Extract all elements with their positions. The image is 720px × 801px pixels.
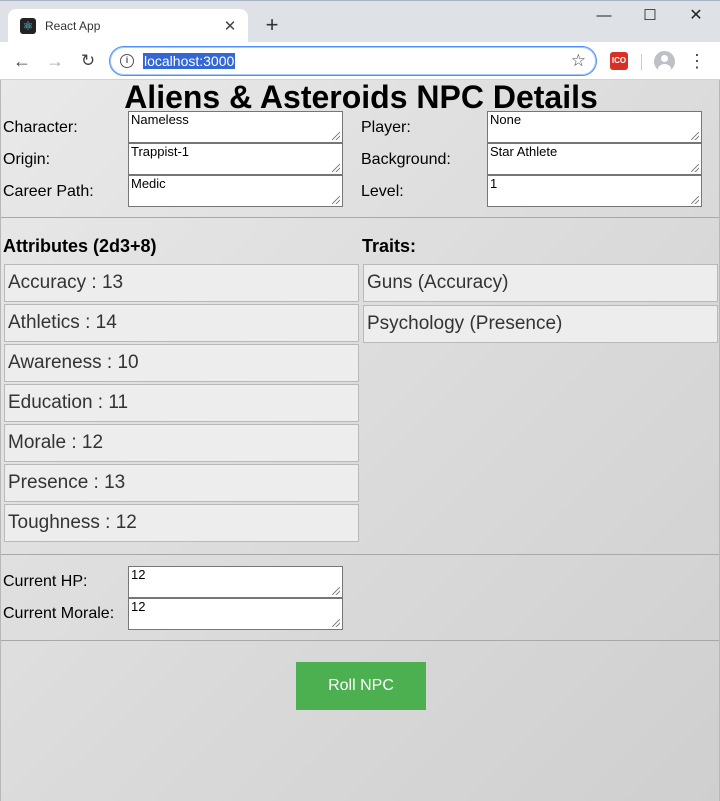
address-bar[interactable]: i localhost:3000 ☆ [109,46,597,76]
new-tab-button[interactable]: + [260,14,284,38]
current-morale-label: Current Morale: [3,605,115,622]
level-label: Level: [361,183,404,200]
attribute-morale: Morale : 12 [4,424,359,462]
resize-grip-icon[interactable] [332,196,340,204]
resize-grip-icon[interactable] [332,619,340,627]
star-icon[interactable]: ☆ [571,51,586,71]
trait-item: Psychology (Presence) [363,305,718,343]
browser-tab[interactable]: ⚛ React App ✕ [8,9,248,43]
player-value: None [490,112,522,127]
resize-grip-icon[interactable] [691,196,699,204]
minimize-button[interactable]: — [584,5,624,29]
current-morale-value: 12 [131,599,146,614]
resize-grip-icon[interactable] [332,164,340,172]
career-path-value: Medic [131,176,166,191]
attribute-awareness: Awareness : 10 [4,344,359,382]
url-text[interactable]: localhost:3000 [143,53,236,69]
tab-close-icon[interactable]: ✕ [222,17,238,35]
traits-heading: Traits: [362,236,417,256]
trait-item: Guns (Accuracy) [363,264,718,302]
level-value: 1 [490,176,498,191]
current-hp-value: 12 [131,567,146,582]
character-input[interactable]: Nameless [128,111,343,143]
attribute-toughness: Toughness : 12 [4,504,359,542]
reload-button[interactable]: ↻ [75,48,101,74]
page-content: Aliens & Asteroids NPC Details Character… [0,80,720,801]
attribute-accuracy: Accuracy : 13 [4,264,359,302]
background-input[interactable]: Star Athlete [487,143,702,175]
attribute-education: Education : 11 [4,384,359,422]
back-button[interactable]: ← [9,48,35,74]
attributes-heading: Attributes (2d3+8) [3,236,157,256]
character-value: Nameless [131,112,189,127]
origin-label: Origin: [3,151,51,168]
player-label: Player: [361,119,411,136]
career-path-input[interactable]: Medic [128,175,343,207]
section-divider [1,640,719,641]
resize-grip-icon[interactable] [332,587,340,595]
resize-grip-icon[interactable] [691,164,699,172]
player-input[interactable]: None [487,111,702,143]
section-divider [1,217,719,218]
tab-title: React App [45,19,101,33]
character-label: Character: [3,119,78,136]
background-value: Star Athlete [490,144,558,159]
window-close-button[interactable]: ✕ [676,5,716,29]
avatar-icon[interactable] [654,51,675,72]
page-title: Aliens & Asteroids NPC Details [124,80,598,115]
current-hp-input[interactable]: 12 [128,566,343,598]
origin-input[interactable]: Trappist-1 [128,143,343,175]
current-hp-label: Current HP: [3,573,88,590]
resize-grip-icon[interactable] [691,132,699,140]
react-favicon-icon: ⚛ [20,18,36,34]
forward-button[interactable]: → [42,48,68,74]
attribute-presence: Presence : 13 [4,464,359,502]
extension-icon[interactable]: ICO [610,52,628,70]
resize-grip-icon[interactable] [332,132,340,140]
toolbar-divider [641,54,642,70]
menu-icon[interactable]: ⋮ [688,51,706,71]
browser-toolbar: ← → ↻ i localhost:3000 ☆ ICO ⋮ [0,42,720,80]
info-icon[interactable]: i [120,54,134,68]
maximize-button[interactable]: ☐ [630,5,670,29]
origin-value: Trappist-1 [131,144,190,159]
level-input[interactable]: 1 [487,175,702,207]
current-morale-input[interactable]: 12 [128,598,343,630]
background-label: Background: [361,151,451,168]
browser-tabstrip: ⚛ React App ✕ + — ☐ ✕ [0,0,720,43]
attribute-athletics: Athletics : 14 [4,304,359,342]
section-divider [1,554,719,555]
roll-npc-button[interactable]: Roll NPC [296,662,426,710]
career-path-label: Career Path: [3,183,94,200]
